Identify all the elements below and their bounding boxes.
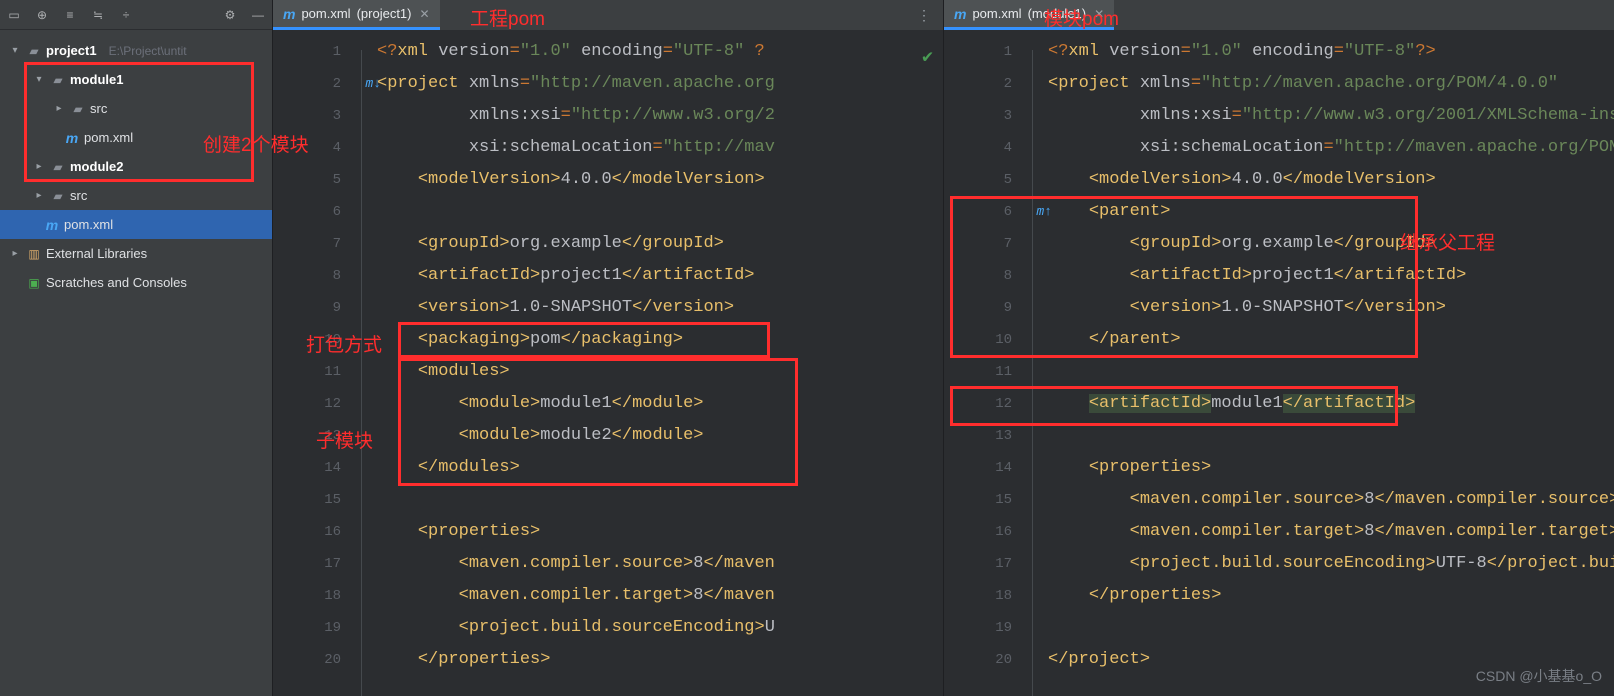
code-body[interactable]: <?xml version="1.0" encoding="UTF-8" ?<p… — [377, 30, 943, 696]
tree-row-module2[interactable]: ▸ ▰ module2 — [0, 152, 272, 181]
folder-icon: ▰ — [70, 102, 86, 116]
display-icon[interactable]: ▭ — [6, 8, 22, 22]
tree-row-pom-project[interactable]: m pom.xml — [0, 210, 272, 239]
folder-name: src — [70, 188, 87, 203]
scratches-icon: ▣ — [26, 276, 42, 290]
tree-row-module1[interactable]: ▾ ▰ module1 — [0, 65, 272, 94]
project-path: E:\Project\untit — [101, 44, 187, 58]
tree-row-scratches[interactable]: ▣ Scratches and Consoles — [0, 268, 272, 297]
tab-pom-module1[interactable]: m pom.xml (module1) ✕ — [944, 0, 1114, 30]
tree-row-src1[interactable]: ▸ ▰ src — [0, 94, 272, 123]
expand-icon[interactable]: ≡ — [62, 8, 78, 22]
tree-row-pom-module1[interactable]: m pom.xml — [0, 123, 272, 152]
tree-row-src-project[interactable]: ▸ ▰ src — [0, 181, 272, 210]
editor-right: m pom.xml (module1) ✕ 123456m↑7891011121… — [944, 0, 1614, 696]
tree-toolbar: ▭ ⊕ ≡ ≒ ÷ ⚙ — — [0, 0, 272, 30]
chevron-down-icon[interactable]: ▾ — [8, 45, 22, 56]
tree-row-project[interactable]: ▾ ▰ project1 E:\Project\untit — [0, 36, 272, 65]
tab-context: (project1) — [357, 6, 412, 21]
tab-pom-project1[interactable]: m pom.xml (project1) ✕ — [273, 0, 440, 30]
gutter: 12m↓34567891011121314151617181920 — [273, 30, 353, 696]
select-icon[interactable]: ⊕ — [34, 8, 50, 22]
tab-file: pom.xml — [301, 6, 350, 21]
watermark: CSDN @小基基o_O — [1476, 666, 1602, 686]
module-icon: ▰ — [50, 73, 66, 87]
gutter: 123456m↑7891011121314151617181920 — [944, 30, 1024, 696]
label: External Libraries — [46, 246, 147, 261]
tab-file: pom.xml — [972, 6, 1021, 21]
chevron-right-icon[interactable]: ▸ — [32, 161, 46, 172]
project-tree-pane: ▭ ⊕ ≡ ≒ ÷ ⚙ — ▾ ▰ project1 E:\Project\un… — [0, 0, 273, 696]
editor-split: m pom.xml (project1) ✕ ⋮ ✔ 12m↓345678910… — [273, 0, 1614, 696]
maven-icon: m — [64, 131, 80, 145]
module-icon: ▰ — [50, 160, 66, 174]
maven-icon: m — [283, 6, 295, 22]
hide-icon[interactable]: — — [250, 8, 266, 22]
maven-icon: m — [44, 218, 60, 232]
maven-icon: m — [954, 6, 966, 22]
project-icon: ▰ — [26, 44, 42, 58]
inspection-ok-icon: ✔ — [922, 46, 933, 68]
module-name: module2 — [70, 159, 123, 174]
fold-rail[interactable] — [353, 30, 377, 696]
tabbar-right: m pom.xml (module1) ✕ — [944, 0, 1614, 30]
gear-icon[interactable]: ⚙ — [222, 8, 238, 22]
chevron-right-icon[interactable]: ▸ — [52, 103, 66, 114]
tab-overflow-icon[interactable]: ⋮ — [905, 0, 943, 30]
collapse-icon[interactable]: ≒ — [90, 8, 106, 22]
libraries-icon: ▥ — [26, 247, 42, 261]
file-name: pom.xml — [84, 130, 133, 145]
divider-icon[interactable]: ÷ — [118, 8, 134, 22]
tabbar-left: m pom.xml (project1) ✕ ⋮ — [273, 0, 943, 30]
project-name: project1 — [46, 43, 97, 58]
label: Scratches and Consoles — [46, 275, 187, 290]
code-body[interactable]: <?xml version="1.0" encoding="UTF-8"?><p… — [1048, 30, 1614, 696]
folder-icon: ▰ — [50, 189, 66, 203]
tab-context: (module1) — [1028, 6, 1087, 21]
close-icon[interactable]: ✕ — [1092, 7, 1104, 21]
folder-name: src — [90, 101, 107, 116]
chevron-right-icon[interactable]: ▸ — [8, 248, 22, 259]
code-area-right[interactable]: 123456m↑7891011121314151617181920 <?xml … — [944, 30, 1614, 696]
code-area-left[interactable]: ✔ 12m↓34567891011121314151617181920 <?xm… — [273, 30, 943, 696]
tree-body: ▾ ▰ project1 E:\Project\untit ▾ ▰ module… — [0, 30, 272, 696]
editor-left: m pom.xml (project1) ✕ ⋮ ✔ 12m↓345678910… — [273, 0, 944, 696]
file-name: pom.xml — [64, 217, 113, 232]
module-name: module1 — [70, 72, 123, 87]
tree-row-ext-libs[interactable]: ▸ ▥ External Libraries — [0, 239, 272, 268]
chevron-right-icon[interactable]: ▸ — [32, 190, 46, 201]
fold-rail[interactable] — [1024, 30, 1048, 696]
close-icon[interactable]: ✕ — [418, 7, 430, 21]
chevron-down-icon[interactable]: ▾ — [32, 74, 46, 85]
